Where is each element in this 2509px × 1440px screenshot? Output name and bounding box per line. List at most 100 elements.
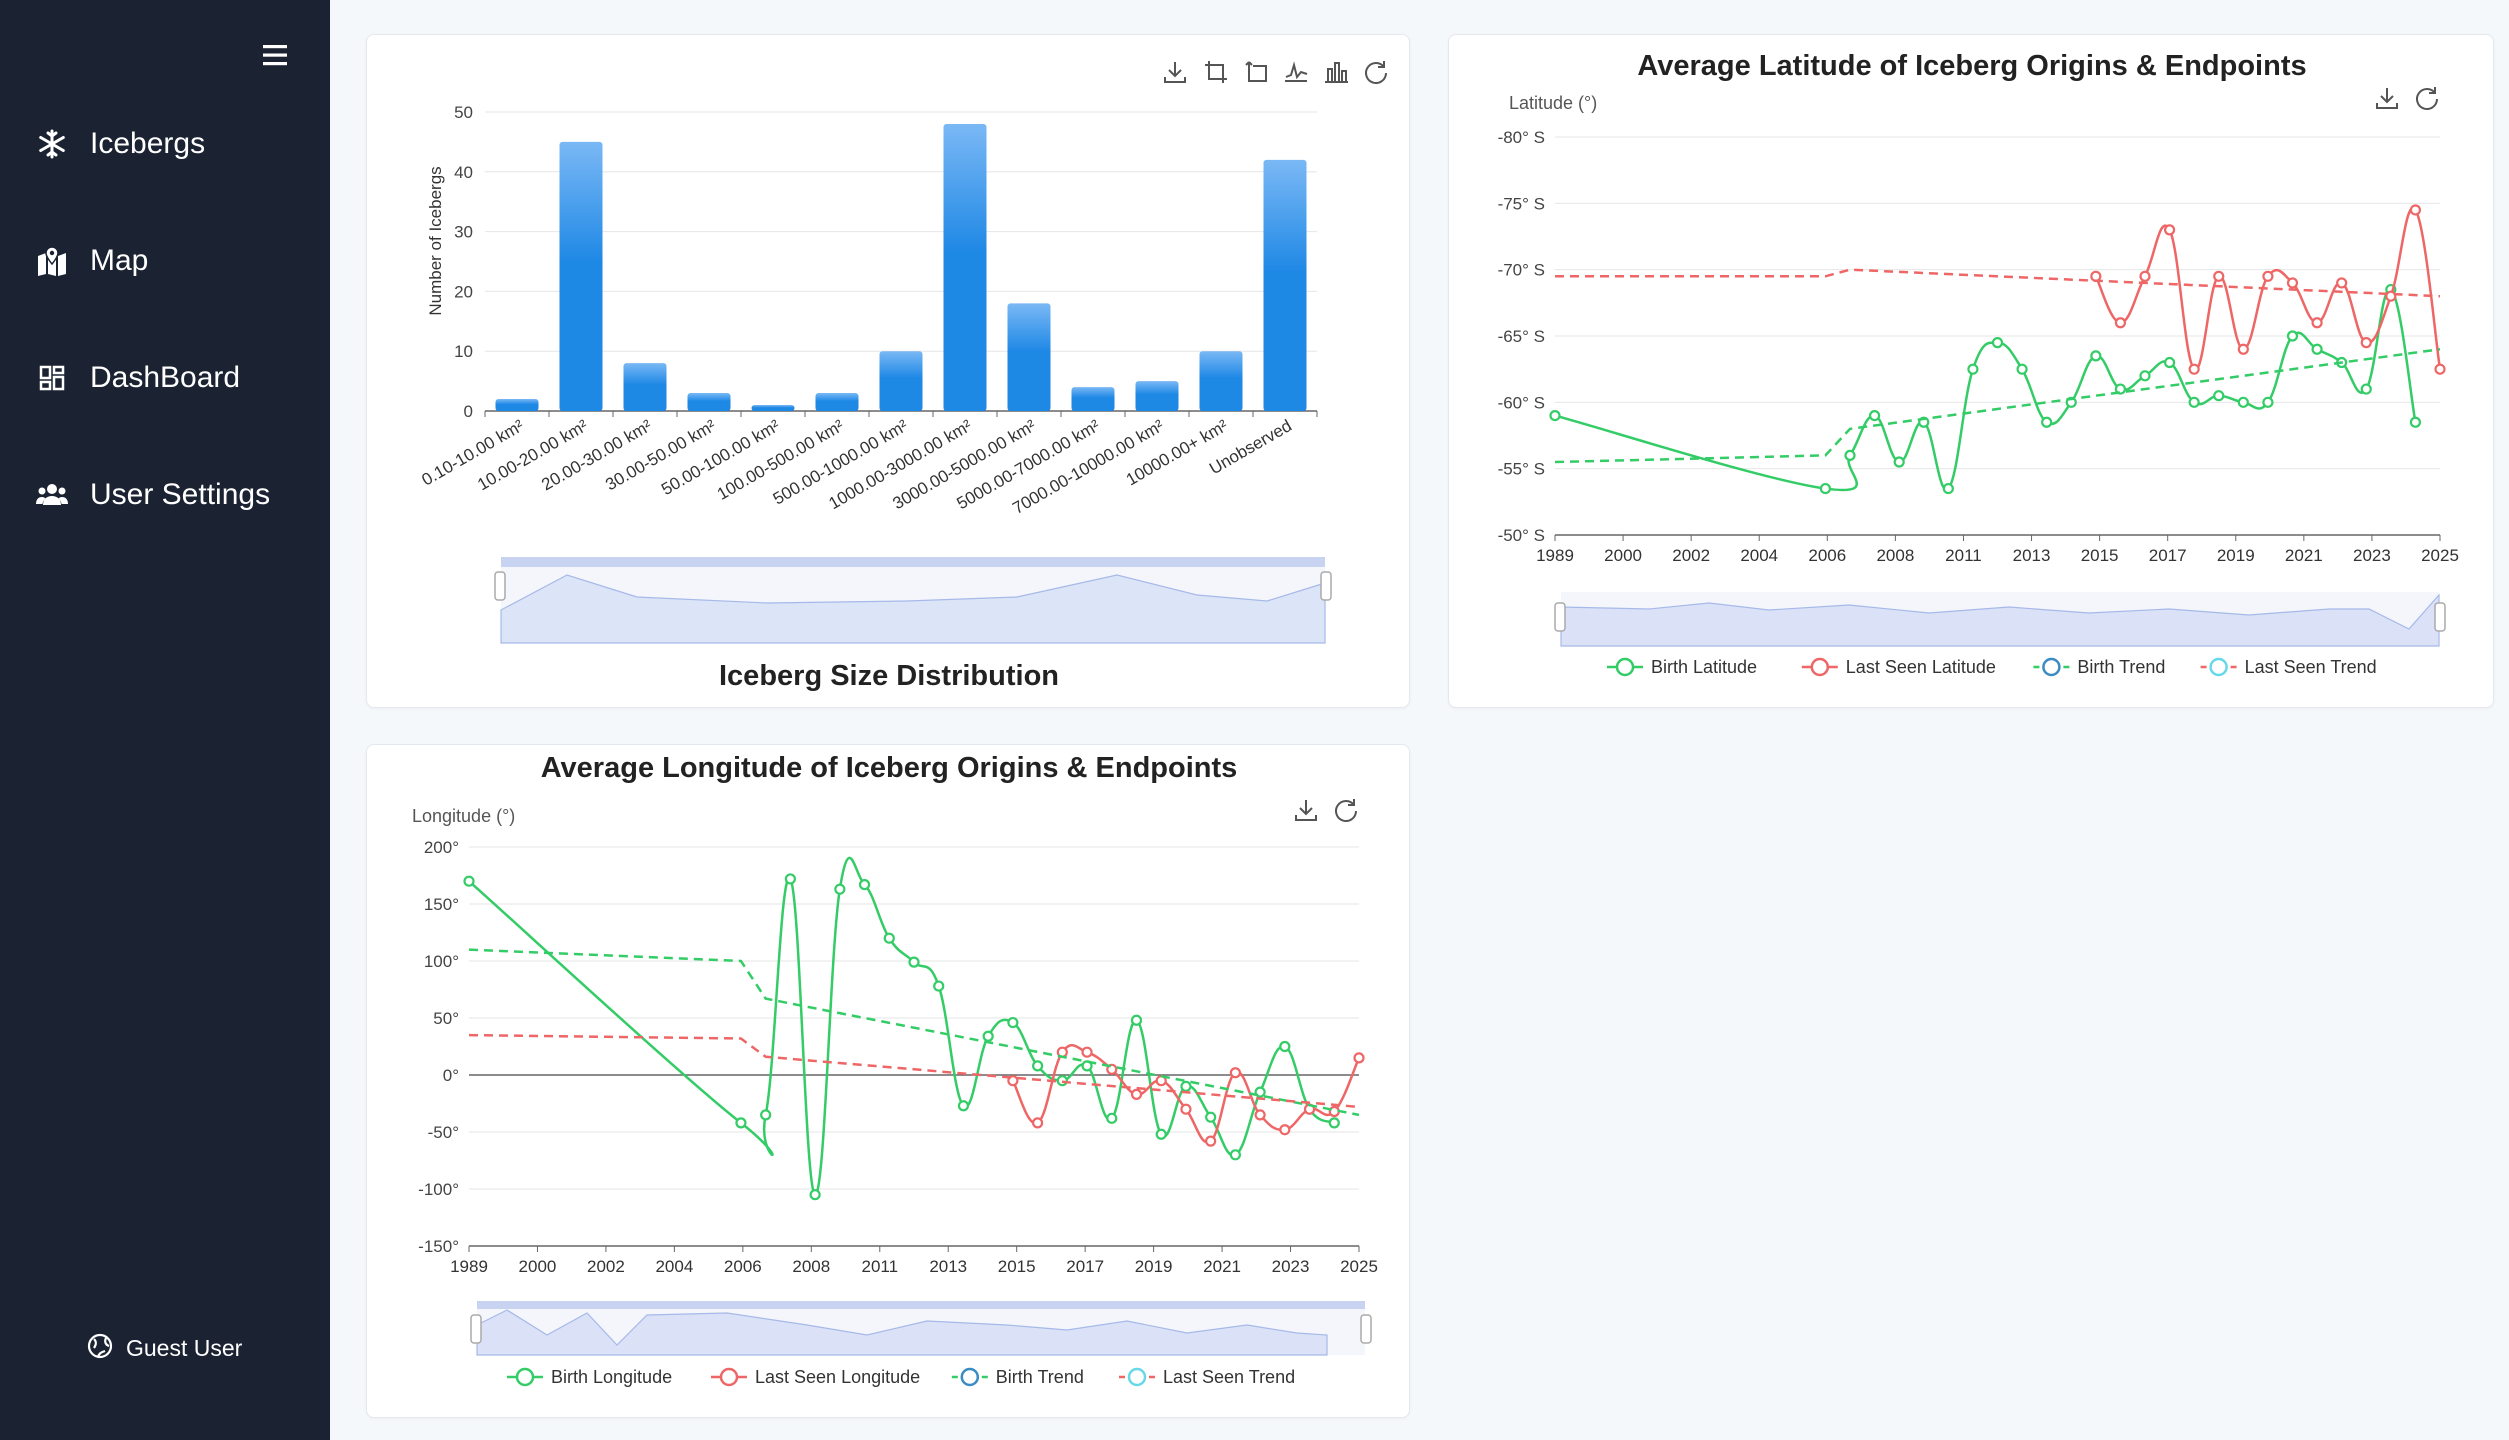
bar[interactable] (559, 141, 603, 411)
data-point[interactable] (1328, 1117, 1340, 1129)
data-point[interactable] (1942, 482, 1954, 495)
data-point[interactable] (834, 883, 846, 895)
restore-icon[interactable] (1363, 59, 1389, 85)
slider-handle-left[interactable] (470, 1314, 482, 1344)
bar[interactable] (1007, 303, 1051, 411)
data-point[interactable] (1106, 1112, 1118, 1124)
data-point[interactable] (2336, 277, 2348, 289)
data-point[interactable] (2163, 356, 2176, 369)
download-icon[interactable] (2374, 85, 2400, 111)
data-point[interactable] (908, 956, 920, 968)
hamburger-menu-icon[interactable] (258, 38, 292, 72)
line-switch-icon[interactable] (1283, 59, 1309, 85)
data-point[interactable] (2360, 383, 2372, 395)
bar[interactable] (879, 351, 923, 411)
zoom-select-icon[interactable] (1203, 59, 1229, 85)
data-point[interactable] (463, 875, 475, 887)
data-point[interactable] (2188, 396, 2200, 408)
data-point[interactable] (858, 879, 871, 891)
series-line[interactable] (1011, 1043, 1361, 1144)
size-datazoom-slider[interactable] (494, 557, 1332, 644)
data-point[interactable] (1868, 410, 1881, 422)
zoom-reset-icon[interactable] (1243, 59, 1269, 85)
data-point[interactable] (1205, 1111, 1217, 1123)
data-point[interactable] (1353, 1052, 1365, 1064)
series-line[interactable] (1555, 268, 2441, 298)
series-line[interactable] (468, 948, 1360, 1117)
data-point[interactable] (2114, 317, 2127, 329)
data-point[interactable] (1229, 1149, 1241, 1161)
data-point[interactable] (2409, 204, 2422, 216)
data-point[interactable] (2286, 330, 2299, 342)
legend-item[interactable]: Birth Trend (2033, 657, 2165, 677)
data-point[interactable] (2360, 337, 2372, 349)
restore-icon[interactable] (2414, 85, 2440, 111)
data-point[interactable] (760, 1109, 772, 1121)
data-point[interactable] (2213, 270, 2225, 282)
bar[interactable] (623, 363, 667, 411)
data-point[interactable] (1180, 1103, 1192, 1115)
data-point[interactable] (2311, 343, 2323, 355)
bar[interactable] (1071, 387, 1115, 411)
data-point[interactable] (2311, 317, 2323, 329)
data-point[interactable] (1967, 363, 1979, 375)
data-point[interactable] (1254, 1109, 1266, 1121)
data-point[interactable] (2262, 396, 2274, 408)
legend-item[interactable]: Birth Trend (951, 1367, 1084, 1387)
sidebar-item-dashboard[interactable]: DashBoard (0, 342, 330, 414)
data-point[interactable] (2090, 350, 2102, 362)
data-point[interactable] (2213, 390, 2225, 402)
data-point[interactable] (2163, 224, 2176, 236)
data-point[interactable] (2286, 277, 2299, 289)
bar[interactable] (751, 405, 795, 411)
data-point[interactable] (2090, 270, 2102, 282)
legend-item[interactable]: Last Seen Longitude (711, 1367, 920, 1387)
data-point[interactable] (2041, 416, 2053, 428)
bar[interactable] (495, 399, 539, 411)
lat-datazoom-slider[interactable] (1554, 592, 2446, 647)
data-point[interactable] (933, 980, 945, 992)
bar[interactable] (687, 393, 731, 411)
data-point[interactable] (2139, 270, 2151, 282)
data-point[interactable] (2262, 270, 2274, 282)
data-point[interactable] (1130, 1088, 1143, 1100)
data-point[interactable] (2016, 363, 2028, 375)
data-point[interactable] (1180, 1080, 1192, 1092)
data-point[interactable] (1279, 1124, 1291, 1136)
data-point[interactable] (1229, 1067, 1241, 1079)
bar-switch-icon[interactable] (1323, 59, 1349, 85)
legend-item[interactable]: Last Seen Trend (1119, 1367, 1295, 1387)
data-point[interactable] (2409, 416, 2422, 428)
slider-handle-left[interactable] (494, 571, 506, 601)
data-point[interactable] (1155, 1128, 1167, 1140)
slider-handle-right[interactable] (1360, 1314, 1372, 1344)
data-point[interactable] (1549, 410, 1561, 422)
sidebar-item-user-settings[interactable]: User Settings (0, 459, 330, 531)
restore-icon[interactable] (1333, 797, 1359, 823)
data-point[interactable] (1819, 482, 1832, 495)
data-point[interactable] (1032, 1117, 1044, 1129)
legend-item[interactable]: Birth Longitude (507, 1367, 672, 1387)
data-point[interactable] (982, 1030, 994, 1042)
data-point[interactable] (809, 1189, 821, 1201)
series-line[interactable] (1554, 348, 2441, 464)
download-icon[interactable] (1293, 797, 1319, 823)
data-point[interactable] (883, 932, 895, 944)
sidebar-item-icebergs[interactable]: Icebergs (0, 108, 330, 180)
data-point[interactable] (1205, 1135, 1217, 1147)
data-point[interactable] (957, 1100, 970, 1112)
bar[interactable] (1135, 381, 1179, 411)
data-point[interactable] (2237, 343, 2249, 355)
slider-handle-left[interactable] (1554, 602, 1566, 632)
series-line[interactable] (1554, 288, 2417, 492)
data-point[interactable] (2237, 396, 2249, 408)
bar[interactable] (1263, 159, 1307, 411)
legend-item[interactable]: Birth Latitude (1607, 657, 1757, 677)
sidebar-item-map[interactable]: Map (0, 225, 330, 297)
guest-user-link[interactable]: Guest User (86, 1332, 242, 1365)
data-point[interactable] (1032, 1060, 1044, 1072)
data-point[interactable] (1130, 1014, 1143, 1026)
data-point[interactable] (1844, 449, 1856, 461)
slider-handle-right[interactable] (1320, 571, 1332, 601)
data-point[interactable] (735, 1117, 747, 1129)
